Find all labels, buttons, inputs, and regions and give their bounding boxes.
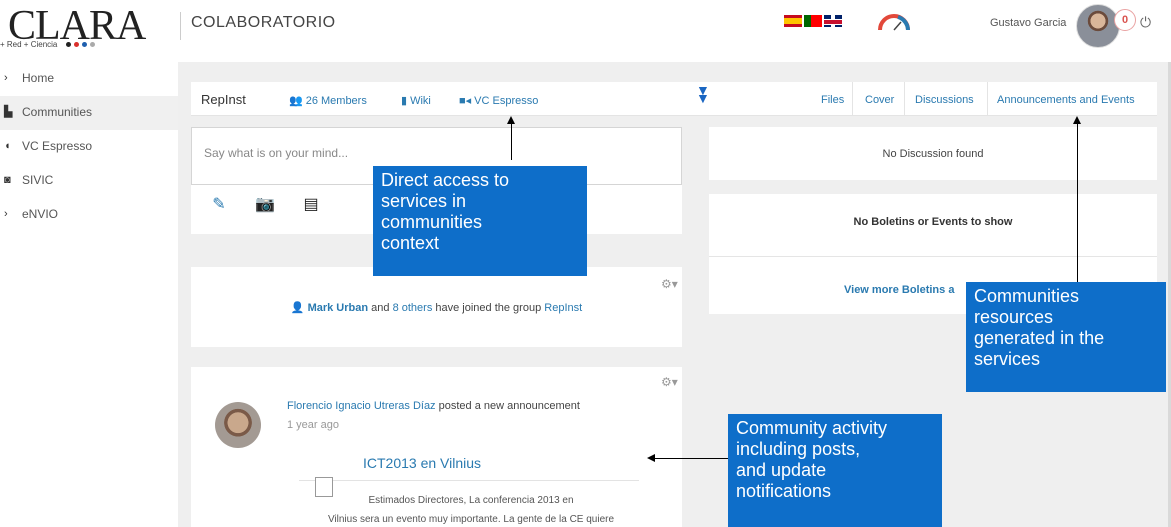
vc-icon: ◖ <box>4 140 11 152</box>
tab-announcements-events[interactable]: Announcements and Events <box>997 94 1135 106</box>
members-icon: 👥 <box>289 95 303 107</box>
power-icon[interactable]: ⏻ <box>1140 14 1151 31</box>
group-link[interactable]: RepInst <box>544 302 582 314</box>
callout-resources: Communities resources generated in the s… <box>966 282 1166 392</box>
group-toolbar: RepInst 👥 26 Members ▮ Wiki ■◂ VC Espresso … <box>191 82 1157 116</box>
logo-tagline: + Red + Ciencia <box>0 40 58 49</box>
tab-cover[interactable]: Cover <box>865 94 894 106</box>
callout-services: Direct access to services in communities… <box>373 166 587 276</box>
others-link[interactable]: 8 others <box>393 302 433 314</box>
uk-flag-icon[interactable] <box>824 15 842 27</box>
sidebar: › Home ▙ Communities ◖ VC Espresso ◙ SIV… <box>0 62 178 232</box>
no-boletins-text: No Boletins or Events to show <box>853 216 1013 228</box>
sidebar-item-envio[interactable]: › eNVIO <box>0 198 178 232</box>
envio-icon: › <box>4 208 8 220</box>
video-icon: ■◂ <box>459 95 472 107</box>
annotation-arrow <box>1073 116 1081 282</box>
sidebar-item-label: VC Espresso <box>22 139 93 153</box>
sidebar-item-vc-espresso[interactable]: ◖ VC Espresso <box>0 130 178 164</box>
gear-icon[interactable]: ⚙▾ <box>661 277 678 291</box>
annotation-arrow <box>507 116 515 160</box>
header-divider <box>180 12 181 40</box>
book-icon: ▮ <box>401 95 408 107</box>
double-chevron-down-icon[interactable]: ▼ ▼ <box>696 83 710 105</box>
author-avatar[interactable] <box>215 402 261 448</box>
callout-activity: Community activity including posts, and … <box>728 414 942 527</box>
notification-badge[interactable]: 0 <box>1114 9 1136 31</box>
sidebar-item-sivic[interactable]: ◙ SIVIC <box>0 164 178 198</box>
speed-gauge-icon[interactable] <box>876 10 912 32</box>
film-icon[interactable]: ▤ <box>301 195 321 215</box>
author-link[interactable]: Florencio Ignacio Utreras Díaz <box>287 400 436 412</box>
post-time: 1 year ago <box>287 419 339 431</box>
portugal-flag-icon[interactable] <box>804 15 822 27</box>
camera-icon[interactable]: 📷 <box>255 195 275 215</box>
wiki-link[interactable]: ▮ Wiki <box>401 94 431 107</box>
announcement-title[interactable]: ICT2013 en Vilnius <box>363 455 481 471</box>
discussions-card: No Discussion found <box>709 127 1157 180</box>
spain-flag-icon[interactable] <box>784 15 802 27</box>
sidebar-item-label: Communities <box>22 105 93 119</box>
sidebar-item-label: Home <box>22 71 55 85</box>
sidebar-item-label: eNVIO <box>22 207 59 221</box>
no-discussion-text: No Discussion found <box>882 148 984 160</box>
home-icon: › <box>4 72 8 84</box>
user-name[interactable]: Gustavo Garcia <box>990 17 1066 29</box>
tab-files[interactable]: Files <box>821 94 844 106</box>
sivic-icon: ◙ <box>4 174 11 186</box>
joined-user-link[interactable]: Mark Urban <box>308 302 369 314</box>
view-more-boletins-link[interactable]: View more Boletins a <box>844 284 954 296</box>
gear-icon[interactable]: ⚙▾ <box>661 375 678 389</box>
pencil-icon[interactable]: ✎ <box>209 195 229 215</box>
communities-icon: ▙ <box>4 106 13 118</box>
announcement-card: ⚙▾ Florencio Ignacio Utreras Díaz posted… <box>191 367 682 527</box>
announcement-body: Vilnius sera un evento muy importante. L… <box>327 514 615 525</box>
sidebar-item-home[interactable]: › Home <box>0 62 178 96</box>
sidebar-item-communities[interactable]: ▙ Communities <box>0 96 178 130</box>
joined-activity-card: ⚙▾ 👤 Mark Urban and 8 others have joined… <box>191 267 682 347</box>
members-link[interactable]: 👥 26 Members <box>289 94 367 107</box>
announcement-body: Estimados Directores, La conferencia 201… <box>368 495 574 506</box>
vc-espresso-link[interactable]: ■◂ VC Espresso <box>459 94 538 107</box>
sidebar-item-label: SIVIC <box>22 173 54 187</box>
tab-discussions[interactable]: Discussions <box>915 94 974 106</box>
user-icon: 👤 <box>290 302 305 314</box>
annotation-arrow <box>647 454 734 462</box>
clara-logo[interactable]: CLARA + Red + Ciencia <box>0 4 146 50</box>
app-title: COLABORATORIO <box>191 14 336 31</box>
logo-dots-icon <box>65 40 98 49</box>
language-flags <box>784 15 842 27</box>
group-name: RepInst <box>201 92 246 107</box>
user-avatar[interactable] <box>1076 4 1120 48</box>
app-header: CLARA + Red + Ciencia COLABORATORIO Gust… <box>0 0 1171 52</box>
